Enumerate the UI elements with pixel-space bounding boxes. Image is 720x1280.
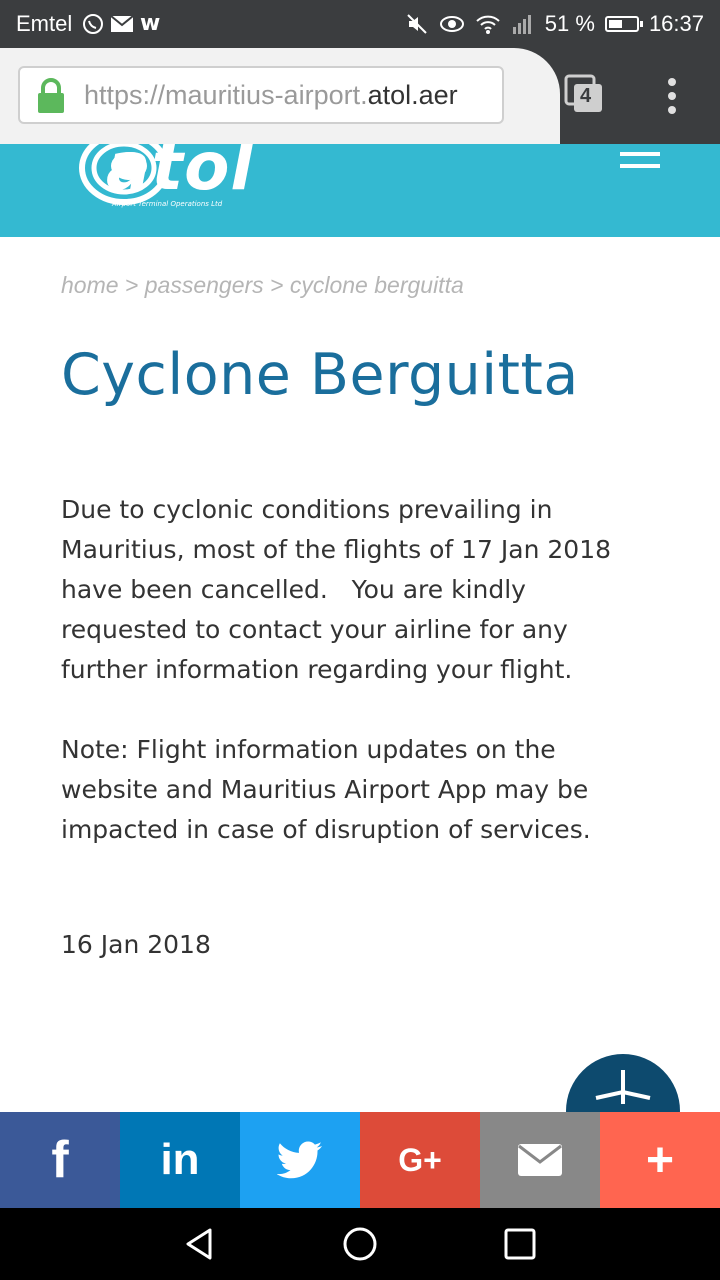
status-bar: Emtel w 51 % 16:37 (0, 0, 720, 48)
tab-count: 4 (580, 85, 592, 107)
signal-icon (512, 15, 531, 34)
url-prefix: https://mauritius-airport. (84, 80, 368, 110)
notification-icons: w (82, 11, 160, 36)
lock-icon (38, 78, 64, 113)
carrier-name: Emtel (16, 11, 73, 36)
whatsapp-icon (83, 13, 103, 34)
tabs-button[interactable]: 4 (564, 74, 604, 114)
recents-icon[interactable] (502, 1226, 538, 1262)
address-bar[interactable]: https://mauritius-airport.atol.aer (18, 66, 504, 124)
page-title: Cyclone Berguitta (61, 342, 579, 408)
home-icon[interactable] (342, 1226, 378, 1262)
status-right: 51 % 16:37 (405, 11, 704, 37)
wifi-icon (476, 15, 500, 34)
battery-fill (608, 20, 622, 28)
browser-toolbar: https://mauritius-airport.atol.aer 4 (0, 48, 720, 144)
email-icon (518, 1144, 562, 1176)
overflow-menu-button[interactable] (660, 76, 684, 116)
url-domain: atol.aer (367, 80, 458, 110)
linkedin-share-button[interactable]: in (120, 1112, 240, 1208)
clock: 16:37 (648, 11, 704, 36)
battery-icon (604, 16, 643, 32)
plus-icon: + (645, 1133, 675, 1187)
more-vert-icon (668, 78, 676, 114)
article-paragraph-2: Note: Flight information updates on the … (61, 735, 591, 844)
share-bar: f in G+ + (0, 1112, 720, 1208)
more-share-button[interactable]: + (600, 1112, 720, 1208)
hamburger-menu-icon[interactable] (620, 149, 660, 171)
eye-icon (439, 16, 464, 32)
back-icon[interactable] (182, 1226, 218, 1262)
app-w-icon: w (140, 11, 161, 36)
mail-icon (110, 14, 134, 32)
android-nav-bar (0, 1208, 720, 1280)
facebook-share-button[interactable]: f (0, 1112, 120, 1208)
breadcrumb[interactable]: home > passengers > cyclone berguitta (61, 272, 464, 299)
publish-date: 16 Jan 2018 (61, 930, 211, 959)
logo-text: atol (106, 144, 255, 205)
article-paragraph-1: Due to cyclonic conditions prevailing in… (61, 495, 611, 684)
address-area: https://mauritius-airport.atol.aer (0, 48, 560, 144)
email-share-button[interactable] (480, 1112, 600, 1208)
site-header: atol Airport Terminal Operations Ltd (0, 144, 720, 237)
facebook-icon: f (51, 1131, 69, 1189)
battery-percent: 51 % (544, 11, 595, 36)
mute-icon (407, 14, 427, 34)
logo-subtitle: Airport Terminal Operations Ltd (112, 200, 223, 208)
url-text: https://mauritius-airport.atol.aer (84, 80, 458, 111)
linkedin-icon: in (160, 1135, 200, 1184)
googleplus-share-button[interactable]: G+ (360, 1112, 480, 1208)
twitter-icon (277, 1141, 322, 1179)
googleplus-icon: G+ (398, 1141, 442, 1178)
twitter-share-button[interactable] (240, 1112, 360, 1208)
